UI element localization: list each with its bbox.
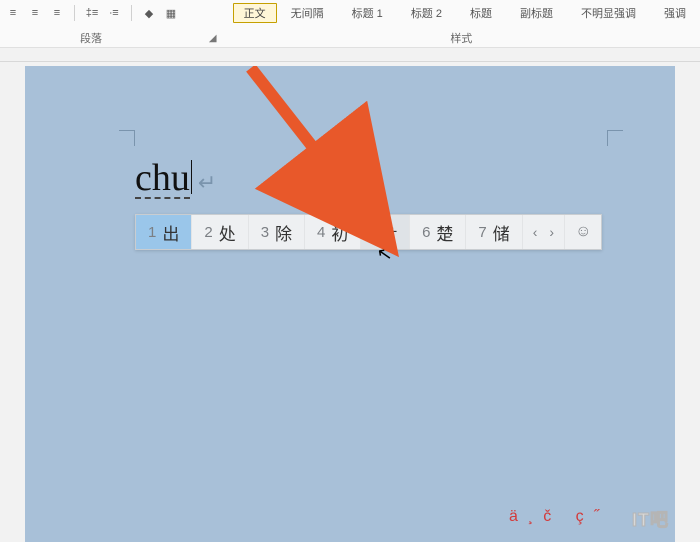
smile-icon: ☺ [575, 223, 591, 241]
ime-page-nav[interactable]: ‹ › [523, 215, 565, 249]
style-item-normal[interactable]: 正文 [233, 3, 277, 23]
ime-candidate-number: 1 [148, 224, 156, 241]
style-item-heading1[interactable]: 标题 1 [338, 5, 397, 21]
ribbon-styles-group: 正文 无间隔 标题 1 标题 2 标题 副标题 不明显强调 强调 样式 [223, 2, 700, 46]
separator [74, 5, 75, 21]
align-right-icon[interactable]: ≡ [48, 4, 66, 22]
ribbon: ≡ ≡ ≡ ‡≡ ∙≡ ◆ ▦ 段落 ◢ 正文 无间隔 标题 1 标题 2 标题… [0, 0, 700, 48]
align-center-icon[interactable]: ≡ [26, 4, 44, 22]
ime-candidate-char: 储 [493, 220, 510, 245]
style-item-heading2[interactable]: 标题 2 [397, 5, 456, 21]
ime-candidate-4[interactable]: 4 初 [305, 215, 361, 249]
separator [131, 5, 132, 21]
paragraph-dialog-launcher-icon[interactable]: ◢ [209, 33, 217, 44]
paragraph-group-label: 段落 [80, 30, 102, 46]
watermark-text: IT吧 [632, 506, 669, 532]
ime-candidate-char: 除 [275, 220, 292, 245]
ime-candidate-char: ÷ [388, 222, 397, 242]
document-canvas: chu ↵ 1 出 2 处 3 除 4 初 5 ÷ [0, 62, 700, 542]
margin-corner-top-left [119, 130, 135, 146]
ime-candidate-char: 出 [162, 220, 179, 245]
ime-candidate-3[interactable]: 3 除 [249, 215, 305, 249]
ime-candidate-2[interactable]: 2 处 [192, 215, 248, 249]
ime-candidate-1[interactable]: 1 出 [136, 215, 192, 249]
ime-candidate-number: 7 [478, 224, 486, 241]
borders-icon[interactable]: ▦ [162, 4, 180, 22]
ime-candidate-6[interactable]: 6 楚 [410, 215, 466, 249]
ime-emoji-button[interactable]: ☺ [565, 215, 601, 249]
style-item-nospacing[interactable]: 无间隔 [277, 5, 338, 21]
ime-candidate-number: 6 [422, 224, 430, 241]
line-spacing-icon[interactable]: ‡≡ [83, 4, 101, 22]
margin-corner-top-right [607, 130, 623, 146]
document-page[interactable]: chu ↵ 1 出 2 处 3 除 4 初 5 ÷ [25, 66, 675, 542]
paragraph-icons-row: ≡ ≡ ≡ ‡≡ ∙≡ ◆ ▦ [0, 2, 223, 24]
ime-candidate-5[interactable]: 5 ÷ [361, 215, 410, 249]
style-gallery[interactable]: 正文 无间隔 标题 1 标题 2 标题 副标题 不明显强调 强调 [223, 2, 700, 24]
typed-composition-text: chu [135, 159, 190, 199]
ime-candidate-number: 3 [261, 224, 269, 241]
ime-candidate-number: 2 [204, 224, 212, 241]
style-item-subtitle[interactable]: 副标题 [506, 5, 567, 21]
fill-color-icon[interactable]: ◆ [140, 4, 158, 22]
ribbon-paragraph-group: ≡ ≡ ≡ ‡≡ ∙≡ ◆ ▦ 段落 ◢ [0, 2, 223, 46]
ime-candidate-bar[interactable]: 1 出 2 处 3 除 4 初 5 ÷ 6 楚 [135, 214, 602, 250]
paragraph-group-footer: 段落 ◢ [0, 24, 223, 46]
text-caret [191, 160, 192, 194]
ime-candidate-number: 5 [373, 224, 381, 241]
ime-candidate-number: 4 [317, 224, 325, 241]
style-item-title[interactable]: 标题 [456, 5, 506, 21]
ime-candidate-char: 处 [219, 220, 236, 245]
ime-candidate-char: 楚 [436, 220, 453, 245]
ime-candidate-7[interactable]: 7 储 [466, 215, 522, 249]
style-item-emphasis[interactable]: 强调 [650, 5, 700, 21]
styles-group-label: 样式 [223, 24, 700, 46]
align-left-icon[interactable]: ≡ [4, 4, 22, 22]
style-item-subtle-emphasis[interactable]: 不明显强调 [567, 5, 650, 21]
footer-diacritic-text: ä¸č ç˝ [509, 508, 609, 526]
ruler-strip [0, 48, 700, 62]
paragraph-mark-icon: ↵ [198, 170, 216, 195]
ime-prev-icon[interactable]: ‹ [529, 224, 542, 240]
ime-next-icon[interactable]: › [545, 224, 558, 240]
ime-candidate-char: 初 [331, 220, 348, 245]
text-insertion-area[interactable]: chu ↵ [135, 156, 216, 199]
bullets-icon[interactable]: ∙≡ [105, 4, 123, 22]
